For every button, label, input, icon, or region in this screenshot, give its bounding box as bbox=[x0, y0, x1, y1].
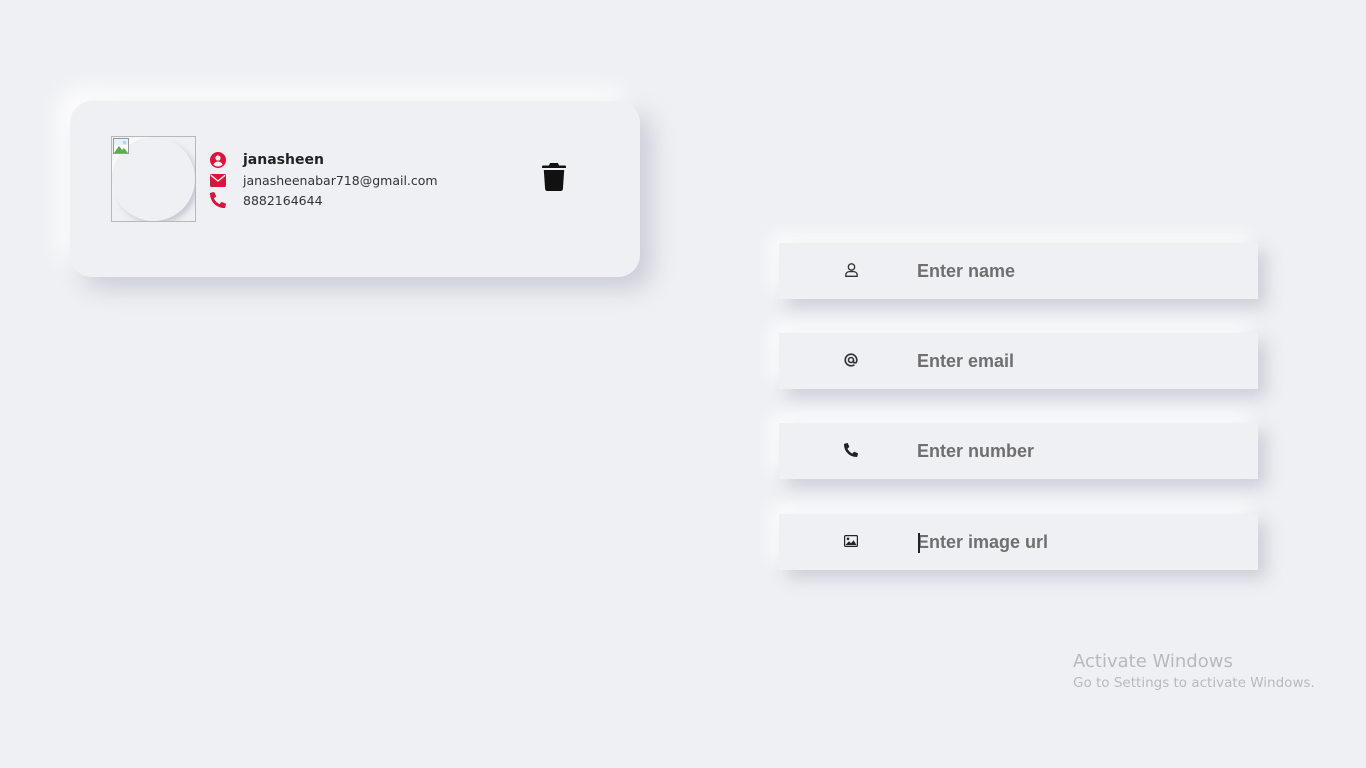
watermark-subtitle: Go to Settings to activate Windows. bbox=[1073, 675, 1315, 691]
contact-email-row: janasheenabar718@gmail.com bbox=[210, 170, 438, 190]
contact-email: janasheenabar718@gmail.com bbox=[243, 172, 438, 188]
number-input[interactable] bbox=[917, 423, 1237, 479]
name-input[interactable] bbox=[917, 243, 1237, 299]
email-input[interactable] bbox=[917, 333, 1237, 389]
contact-phone-row: 8882164644 bbox=[210, 190, 438, 210]
windows-activation-watermark: Activate Windows Go to Settings to activ… bbox=[1073, 651, 1315, 693]
text-caret bbox=[918, 533, 920, 553]
contact-name-row: janasheen bbox=[210, 150, 438, 170]
broken-image-icon bbox=[113, 138, 129, 154]
page: janasheen janasheenabar718@gmail.com 888… bbox=[0, 0, 1366, 768]
image-url-input[interactable] bbox=[917, 514, 1237, 570]
user-circle-icon bbox=[210, 151, 230, 169]
trash-icon bbox=[542, 163, 566, 191]
phone-icon bbox=[843, 442, 859, 458]
image-icon bbox=[843, 533, 859, 549]
contact-card: janasheen janasheenabar718@gmail.com 888… bbox=[70, 101, 640, 277]
delete-button[interactable] bbox=[542, 163, 566, 191]
avatar bbox=[111, 136, 196, 222]
envelope-icon bbox=[210, 171, 230, 189]
user-icon bbox=[843, 262, 859, 278]
watermark-title: Activate Windows bbox=[1073, 651, 1233, 672]
name-field bbox=[779, 243, 1258, 299]
contact-info: janasheen janasheenabar718@gmail.com 888… bbox=[210, 150, 438, 210]
phone-icon bbox=[210, 191, 230, 209]
at-icon bbox=[843, 352, 859, 368]
image-url-field bbox=[779, 514, 1258, 570]
email-field bbox=[779, 333, 1258, 389]
contact-name: janasheen bbox=[243, 152, 324, 168]
number-field bbox=[779, 423, 1258, 479]
contact-phone: 8882164644 bbox=[243, 192, 323, 208]
